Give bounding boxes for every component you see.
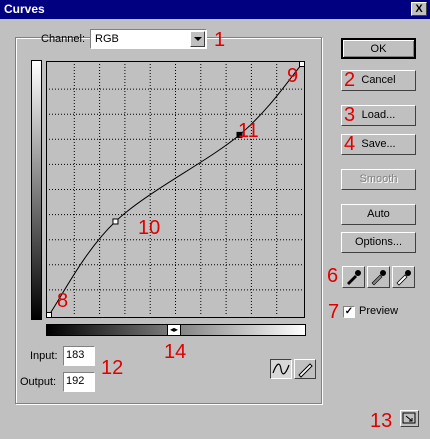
annotation-8: 8	[57, 290, 69, 312]
annotation-13: 13	[370, 410, 393, 432]
output-label: Output:	[20, 376, 57, 388]
resize-button[interactable]	[400, 410, 419, 427]
curve-tool-button[interactable]	[270, 359, 292, 379]
smooth-button[interactable]: Smooth	[341, 169, 416, 190]
annotation-2: 2	[344, 69, 356, 91]
output-gradient-bar	[31, 60, 42, 320]
auto-button[interactable]: Auto	[341, 204, 416, 225]
gradient-toggle-arrows-icon[interactable]: ◂▸	[167, 324, 181, 336]
curve-point[interactable]	[299, 61, 305, 67]
pencil-tool-button[interactable]	[294, 359, 316, 379]
white-eyedropper-icon	[396, 270, 411, 286]
annotation-9: 9	[287, 65, 299, 87]
title-bar: Curves X	[0, 0, 430, 19]
annotation-10: 10	[138, 217, 161, 239]
channel-label: Channel:	[41, 33, 86, 45]
curve-wave-icon	[272, 363, 290, 375]
options-button[interactable]: Options...	[341, 232, 416, 253]
input-label: Input:	[30, 350, 58, 362]
annotation-6: 6	[327, 265, 339, 287]
annotation-12: 12	[101, 357, 124, 379]
window-title: Curves	[4, 2, 45, 16]
annotation-4: 4	[344, 133, 356, 155]
white-point-dropper-button[interactable]	[392, 266, 415, 288]
preview-checkbox[interactable]: ✓	[343, 306, 355, 318]
annotation-11: 11	[238, 120, 259, 142]
resize-icon	[402, 412, 416, 424]
channel-value: RGB	[95, 33, 119, 45]
input-field[interactable]: 183	[63, 346, 95, 366]
annotation-7: 7	[328, 301, 340, 323]
curve-graph[interactable]	[46, 61, 305, 318]
curves-dialog: Curves X Channel: RGB ◂▸ Input: 183 Outp…	[0, 0, 430, 439]
gray-point-dropper-button[interactable]	[367, 266, 390, 288]
pencil-icon	[298, 363, 313, 378]
output-field[interactable]: 192	[63, 372, 95, 392]
annotation-1: 1	[214, 29, 226, 51]
annotation-3: 3	[344, 104, 356, 126]
chevron-down-icon[interactable]	[190, 31, 205, 47]
gray-eyedropper-icon	[371, 270, 386, 286]
preview-label[interactable]: Preview	[359, 305, 398, 317]
black-point-dropper-button[interactable]	[342, 266, 365, 288]
ok-button[interactable]: OK	[341, 38, 416, 59]
curve-point[interactable]	[112, 218, 119, 225]
annotation-14: 14	[164, 341, 187, 363]
channel-select[interactable]: RGB	[90, 29, 207, 49]
close-button[interactable]: X	[411, 2, 427, 16]
curve-point[interactable]	[46, 312, 52, 318]
black-eyedropper-icon	[347, 270, 361, 285]
